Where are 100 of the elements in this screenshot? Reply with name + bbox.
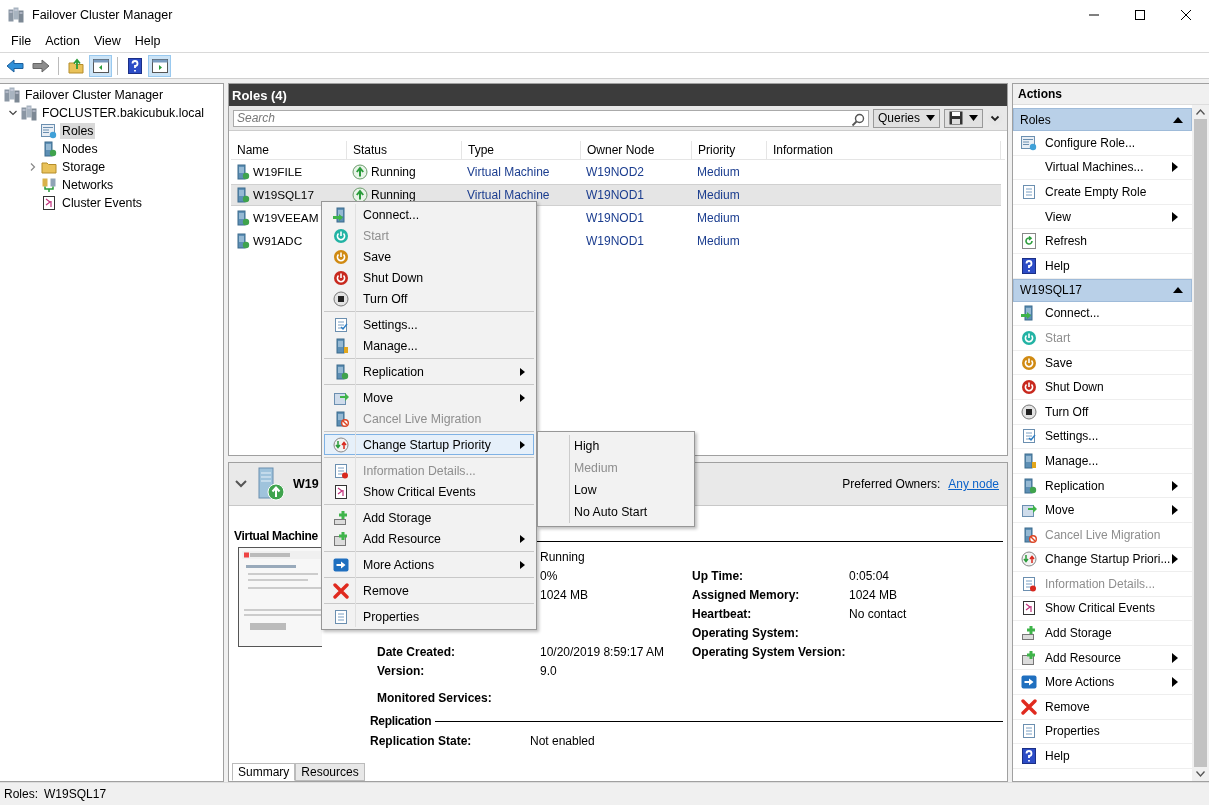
- menu-item[interactable]: Add Resource: [324, 528, 534, 549]
- menu-item[interactable]: Low: [574, 479, 694, 501]
- menu-item[interactable]: No Auto Start: [574, 501, 694, 523]
- menu-item[interactable]: Add Storage: [324, 507, 534, 528]
- menu-item[interactable]: Move: [324, 387, 534, 408]
- table-cell: Medium: [697, 188, 740, 202]
- scroll-down-icon[interactable]: [1196, 771, 1205, 777]
- tree-item[interactable]: Storage: [60, 159, 108, 175]
- collapse-icon[interactable]: [1173, 287, 1183, 294]
- tree-item[interactable]: FOCLUSTER.bakicubuk.local: [40, 105, 206, 121]
- command-link[interactable]: Replication: [1013, 473, 1192, 499]
- scroll-up-icon[interactable]: [1196, 109, 1205, 115]
- circle-arrows-icon: [333, 436, 349, 453]
- save-query-button[interactable]: [944, 108, 983, 128]
- column-header[interactable]: Status: [347, 141, 462, 159]
- command-link[interactable]: Manage...: [1013, 449, 1192, 474]
- column-header[interactable]: Information: [767, 141, 1001, 159]
- cluster-icon: [8, 7, 24, 23]
- queries-button[interactable]: Queries: [872, 108, 940, 128]
- scrollbar[interactable]: [1192, 105, 1209, 781]
- collapse-icon[interactable]: [235, 479, 247, 489]
- remove-icon: [333, 582, 349, 599]
- command-link[interactable]: Add Resource: [1013, 645, 1192, 671]
- power-icon: [1021, 354, 1037, 371]
- tree-item[interactable]: Networks: [60, 177, 116, 193]
- command-link[interactable]: More Actions: [1013, 670, 1192, 696]
- menu-item[interactable]: Change Startup Priority: [324, 434, 534, 455]
- any-node-link[interactable]: Any node: [948, 477, 999, 491]
- back-icon: [6, 57, 24, 74]
- tab[interactable]: Resources: [295, 763, 365, 781]
- property-label: Assigned Memory:: [692, 587, 800, 602]
- property-label: Heartbeat:: [692, 606, 752, 621]
- table-cell: Running: [371, 188, 416, 202]
- command-link[interactable]: Create Empty Role: [1013, 180, 1192, 205]
- command-link[interactable]: Help: [1013, 253, 1192, 279]
- command-link[interactable]: Properties: [1013, 719, 1192, 745]
- command-link[interactable]: Add Storage: [1013, 621, 1192, 646]
- tab[interactable]: Summary: [232, 763, 296, 781]
- pane-icon: [151, 57, 168, 74]
- menu-item[interactable]: More Actions: [324, 554, 534, 575]
- command-link[interactable]: Move: [1013, 498, 1192, 523]
- property-value: 1024 MB: [849, 587, 898, 602]
- collapse-icon[interactable]: [8, 108, 18, 118]
- command-link[interactable]: Connect...: [1013, 301, 1192, 327]
- menu-item[interactable]: Manage...: [324, 335, 534, 356]
- menu-item[interactable]: Help: [127, 34, 168, 48]
- menu-item[interactable]: Action: [38, 34, 87, 48]
- property-label: Operating System Version:: [692, 644, 846, 659]
- circle-arrows-icon: [1021, 551, 1037, 568]
- collapse-icon[interactable]: [1173, 116, 1183, 123]
- property-value: 10/20/2019 8:59:17 AM: [540, 644, 665, 659]
- toolbar-button[interactable]: [148, 54, 171, 77]
- table-cell[interactable]: W19SQL17: [231, 184, 347, 206]
- command-link[interactable]: Remove: [1013, 695, 1192, 720]
- command-link[interactable]: Refresh: [1013, 229, 1192, 254]
- server-cancel-icon: [1021, 526, 1037, 543]
- power-icon: [1021, 379, 1037, 396]
- search-field[interactable]: Search: [233, 109, 869, 127]
- table-cell: Medium: [697, 211, 740, 225]
- help-icon: [1021, 748, 1037, 765]
- tree-item[interactable]: Nodes: [60, 141, 100, 157]
- command-link[interactable]: Change Startup Priori...: [1013, 547, 1192, 573]
- tree-item[interactable]: Failover Cluster Manager: [23, 87, 166, 103]
- expand-icon[interactable]: [28, 162, 38, 172]
- command-link[interactable]: Configure Role...: [1013, 131, 1192, 156]
- column-header[interactable]: Type: [462, 141, 581, 159]
- menu-item[interactable]: File: [4, 34, 39, 48]
- property-label: Version:: [377, 663, 425, 678]
- menu-item[interactable]: Turn Off: [324, 288, 534, 309]
- tree-item[interactable]: Roles: [60, 123, 96, 139]
- command-link[interactable]: Turn Off: [1013, 399, 1192, 425]
- command-link[interactable]: Save: [1013, 350, 1192, 376]
- menu-item[interactable]: Properties: [324, 606, 534, 627]
- column-header[interactable]: Name: [231, 141, 347, 159]
- menu-item[interactable]: Show Critical Events: [324, 481, 534, 502]
- table-cell: W19NOD1: [586, 188, 644, 202]
- actions-title: Actions: [1018, 87, 1062, 101]
- section-header[interactable]: W19SQL17: [1013, 278, 1192, 302]
- document-icon: [1021, 723, 1037, 740]
- menu-item[interactable]: Replication: [324, 361, 534, 382]
- menu-item[interactable]: Shut Down: [324, 267, 534, 288]
- tree-item[interactable]: Cluster Events: [60, 195, 144, 211]
- menu-item[interactable]: Settings...: [324, 314, 534, 335]
- menu-item[interactable]: High: [574, 435, 694, 457]
- command-link[interactable]: Help: [1013, 744, 1192, 769]
- event-log-icon: [333, 483, 349, 500]
- command-link[interactable]: Settings...: [1013, 424, 1192, 450]
- table-cell[interactable]: W19FILE: [231, 161, 347, 183]
- section-header[interactable]: Roles: [1013, 108, 1192, 131]
- command-link[interactable]: Shut Down: [1013, 375, 1192, 400]
- command-link[interactable]: Show Critical Events: [1013, 596, 1192, 622]
- column-header[interactable]: Priority: [692, 141, 767, 159]
- window-title: Failover Cluster Manager: [32, 8, 173, 22]
- table-cell: Virtual Machine: [467, 165, 550, 179]
- column-header[interactable]: Owner Node: [581, 141, 692, 159]
- toolbar-button[interactable]: [89, 54, 112, 77]
- menu-item[interactable]: View: [86, 34, 128, 48]
- property-value: 9.0: [540, 663, 557, 678]
- help-icon: [1021, 257, 1037, 274]
- menu-item[interactable]: Remove: [324, 580, 534, 601]
